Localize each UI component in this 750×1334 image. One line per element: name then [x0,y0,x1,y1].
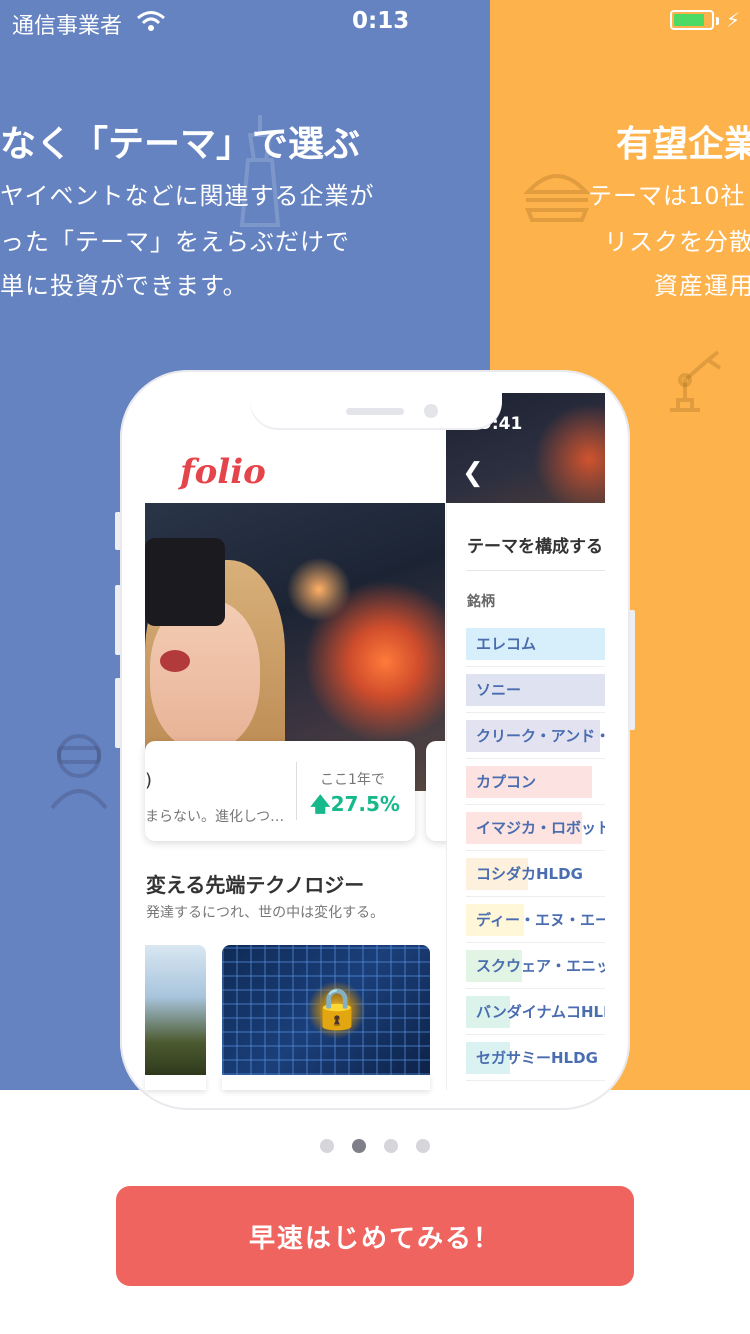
charging-bolt-icon: ⚡ [726,8,741,32]
divider [466,988,605,989]
robot-arm-icon [670,350,722,412]
slide-text-orange-3: 資産運用 [654,272,750,300]
slide-text-blue-2: った「テーマ」をえらぶだけで [0,228,350,256]
stock-name: スクウェア・エニッ [476,957,605,975]
slide-title-blue: なく「テーマ」で選ぶ [0,124,361,165]
back-arrow-icon[interactable]: ❮ [462,458,484,488]
slide-title-orange: 有望企業 [616,124,750,165]
stock-item[interactable]: ソニー [466,674,605,706]
divider [466,850,605,851]
slide-text-blue-3: 単に投資ができます。 [0,272,248,300]
section-title: 変える先端テクノロジー [146,873,365,897]
stock-item[interactable]: セガサミーHLDG [466,1042,605,1074]
stock-item[interactable]: バンダイナムコHLD [466,996,605,1028]
divider [466,712,605,713]
folio-logo: folio [180,452,266,492]
stock-name: セガサミーHLDG [476,1049,598,1067]
stock-name: クリーク・アンド・ [476,727,605,745]
slide-text-blue-1: ヤイベントなどに関連する企業が [0,182,375,210]
lock-icon: 🔒 [312,986,362,1032]
stock-item[interactable]: イマジカ・ロボット [466,812,605,844]
page-indicator-dot-active[interactable] [352,1139,366,1153]
theme-card-divider [296,762,297,820]
stock-name: ソニー [476,681,522,699]
stock-item[interactable]: カプコン [466,766,605,798]
vr-person-icon [50,734,108,810]
start-button[interactable]: 早速はじめてみる！ [116,1186,634,1286]
stock-item[interactable]: コシダカHLDG [466,858,605,890]
page-indicator-dot[interactable] [320,1139,334,1153]
up-arrow-icon: 🡅 [310,792,331,816]
performance-label: ここ1年で [320,772,385,788]
theme-card-subtitle: まらない。進化しつ… [145,809,285,825]
divider [466,1080,605,1081]
stock-item[interactable]: ディー・エヌ・エー [466,904,605,936]
stock-item[interactable]: クリーク・アンド・ [466,720,605,752]
stock-item[interactable]: エレコム [466,628,605,660]
status-clock: 0:13 [352,8,410,34]
performance-percent: 27.5% [330,792,400,816]
thumbnail-card-footer [222,1075,430,1090]
slide-text-orange-2: リスクを分散 [604,228,750,256]
phone-speaker [346,408,404,415]
theme-card-title: ) [145,770,153,791]
stock-item[interactable]: スクウェア・エニッ [466,950,605,982]
stock-name: ディー・エヌ・エー [476,911,605,929]
divider [466,1034,605,1035]
wifi-icon [137,11,165,31]
drone-thumbnail [145,945,206,1075]
stock-name: カプコン [476,773,537,791]
stock-name: イマジカ・ロボット [476,819,605,837]
page-indicator-dot[interactable] [384,1139,398,1153]
divider [466,804,605,805]
carrier-label: 通信事業者 [12,14,123,39]
divider [466,570,605,571]
divider [466,942,605,943]
stock-name: コシダカHLDG [476,865,583,883]
stocks-label: 銘柄 [467,594,495,610]
slide-text-orange-1: テーマは10社 [588,182,746,210]
section-subtitle: 発達するにつれ、世の中は変化する。 [146,905,385,921]
battery-icon [670,10,714,30]
burger-icon [523,174,591,222]
battery-tip [716,17,719,25]
performance-value: 🡅27.5% [310,790,400,824]
stock-name: エレコム [476,635,537,653]
phone-camera [424,404,438,418]
hero-image-vr-headset [145,538,225,626]
detail-title: テーマを構成する [467,537,603,557]
page-indicator-dot[interactable] [416,1139,430,1153]
hero-image-mouth [160,650,190,672]
divider [466,758,605,759]
divider [466,666,605,667]
divider [466,896,605,897]
thumbnail-card-footer [145,1075,206,1090]
stock-name: バンダイナムコHLD [476,1003,605,1021]
